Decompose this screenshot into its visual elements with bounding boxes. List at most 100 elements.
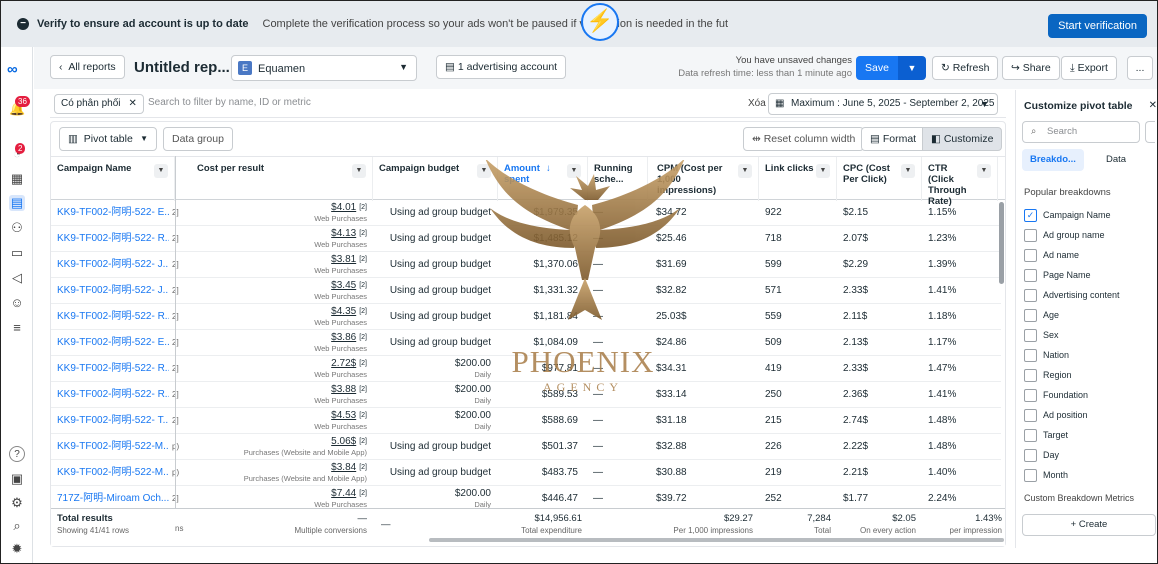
cpr-value[interactable]: $4.35: [331, 306, 356, 317]
cpr-value[interactable]: $7.44: [331, 488, 356, 499]
checkbox[interactable]: [1024, 429, 1037, 443]
breakdown-option[interactable]: Age: [1024, 308, 1059, 324]
start-verification-button[interactable]: Start verification: [1048, 14, 1147, 38]
breakdown-option[interactable]: Page Name: [1024, 268, 1091, 284]
clear-filters-link[interactable]: Xóa: [748, 98, 766, 109]
report-title[interactable]: Untitled rep...: [134, 59, 230, 76]
campaign-name-link[interactable]: 717Z-阿明-Miroam Och...: [57, 486, 169, 510]
table-row[interactable]: KK9-TF002-阿明-522- J...2] $3.45[2] Web Purc…: [51, 278, 1001, 304]
checkmark-icon[interactable]: ✓: [1024, 209, 1037, 223]
vertical-scrollbar[interactable]: [999, 202, 1004, 284]
breakdown-option[interactable]: Foundation: [1024, 388, 1088, 404]
caret-down-icon[interactable]: ▼: [816, 164, 830, 178]
campaign-name-link[interactable]: KK9-TF002-阿明-522- J...: [57, 252, 169, 278]
close-icon[interactable]: ✕: [129, 98, 137, 109]
breakdown-option[interactable]: Month: [1024, 468, 1068, 484]
cpr-value[interactable]: $3.45: [331, 280, 356, 291]
checkbox[interactable]: [1024, 369, 1037, 383]
horizontal-scrollbar[interactable]: [429, 538, 1004, 542]
table-row[interactable]: 717Z-阿明-Miroam Och...2] $7.44[2]Web Purch…: [51, 486, 1001, 510]
format-button[interactable]: ▤ Format: [861, 127, 926, 151]
breakdown-option[interactable]: Ad group name: [1024, 228, 1105, 244]
breakdown-option[interactable]: Day: [1024, 448, 1059, 464]
caret-down-icon[interactable]: ▼: [352, 164, 366, 178]
cpr-value[interactable]: $3.81: [331, 254, 356, 265]
tab-breakdowns[interactable]: Breakdo...: [1022, 149, 1084, 171]
table-row[interactable]: KK9-TF002-阿明-522-M...p) $3.84[2] Purchases…: [51, 460, 1001, 486]
settings-icon[interactable]: ⚙: [9, 495, 25, 511]
table-row[interactable]: KK9-TF002-阿明-522- R...2] $4.35[2] Web Purc…: [51, 304, 1001, 330]
checkbox[interactable]: [1024, 249, 1037, 263]
cpr-value[interactable]: $4.01: [331, 202, 356, 213]
menu-icon[interactable]: ≡: [9, 320, 25, 336]
tab-data[interactable]: Data: [1098, 149, 1134, 171]
table-icon[interactable]: ▦: [9, 171, 25, 187]
create-button[interactable]: + Create: [1022, 514, 1156, 536]
checkbox[interactable]: [1024, 409, 1037, 423]
checkbox[interactable]: [1024, 349, 1037, 363]
refresh-button[interactable]: ↻ Refresh: [932, 56, 999, 80]
campaign-name-link[interactable]: KK9-TF002-阿明-522- E...: [57, 200, 169, 226]
breakdown-option[interactable]: Target: [1024, 428, 1068, 444]
caret-down-icon[interactable]: ▼: [901, 164, 915, 178]
help-icon[interactable]: ?: [9, 446, 25, 462]
campaign-name-link[interactable]: KK9-TF002-阿明-522- J...: [57, 278, 169, 304]
cpr-value[interactable]: 2.72$: [331, 358, 356, 369]
campaign-name-link[interactable]: KK9-TF002-阿明-522- T...: [57, 408, 169, 434]
campaign-name-link[interactable]: KK9-TF002-阿明-522- R...: [57, 382, 169, 408]
cpr-value[interactable]: $3.84: [331, 462, 356, 473]
panel-search-input[interactable]: ⌕ Search: [1022, 121, 1140, 143]
caret-down-icon[interactable]: ▼: [977, 164, 991, 178]
account-selector[interactable]: E Equamen ▼: [231, 55, 417, 81]
breakdown-option[interactable]: Advertising content: [1024, 288, 1120, 304]
filter-chip[interactable]: Có phân phối ✕: [54, 94, 144, 114]
checkbox[interactable]: [1024, 449, 1037, 463]
search-icon[interactable]: ⌕: [9, 518, 25, 534]
pivot-table-dropdown[interactable]: ▥ Pivot table ▼: [59, 127, 157, 151]
data-group-button[interactable]: Data group: [163, 127, 233, 151]
col-cpc[interactable]: CPC (Cost Per Click) ▼: [837, 157, 922, 201]
date-range-picker[interactable]: ▦ Maximum : June 5, 2025 - September 2, …: [768, 93, 998, 115]
more-options-button[interactable]: ...: [1127, 56, 1153, 80]
export-button[interactable]: ⤓ Export: [1061, 56, 1117, 80]
sort-desc-icon[interactable]: ↓: [546, 163, 551, 174]
cpr-value[interactable]: $3.86: [331, 332, 356, 343]
table-row[interactable]: KK9-TF002-阿明-522- E...2] $4.01[2] Web Purc…: [51, 200, 1001, 226]
col-ctr[interactable]: CTR (Click Through Rate) ▼: [922, 157, 998, 207]
breakdown-option[interactable]: Nation: [1024, 348, 1069, 364]
col-amount-spent[interactable]: Amount spent ↓ ▼: [498, 157, 588, 201]
breakdown-option[interactable]: ✓ Campaign Name: [1024, 208, 1111, 224]
col-cpm[interactable]: CPM (Cost per 1,000 impressions) ▼: [651, 157, 759, 201]
save-options-button[interactable]: ▼: [898, 56, 926, 80]
reset-column-width-button[interactable]: ⇹ Reset column width: [743, 127, 865, 151]
col-running-schedule[interactable]: Running sche...: [588, 157, 648, 201]
checkbox[interactable]: [1024, 389, 1037, 403]
megaphone-icon[interactable]: ◁: [9, 270, 25, 286]
cpr-value[interactable]: $3.88: [331, 384, 356, 395]
share-button[interactable]: ↪ Share: [1002, 56, 1060, 80]
breakdown-option[interactable]: Ad name: [1024, 248, 1079, 264]
bug-icon[interactable]: ✹: [9, 541, 25, 557]
caret-down-icon[interactable]: ▼: [477, 164, 491, 178]
all-reports-button[interactable]: ‹ All reports: [50, 55, 125, 79]
col-campaign-name[interactable]: Campaign Name ▼: [51, 157, 175, 201]
reports-icon[interactable]: ▤: [9, 195, 25, 211]
advertising-account-button[interactable]: ▤ 1 advertising account: [436, 55, 567, 79]
billing-icon[interactable]: ▭: [9, 245, 25, 261]
people-icon[interactable]: ☺: [9, 295, 25, 311]
caret-down-icon[interactable]: ▼: [154, 164, 168, 178]
close-icon[interactable]: ✕: [1149, 100, 1157, 111]
campaign-name-link[interactable]: KK9-TF002-阿明-522-M...: [57, 434, 169, 460]
campaign-name-link[interactable]: KK9-TF002-阿明-522-M...: [57, 460, 169, 486]
checkbox[interactable]: [1024, 309, 1037, 323]
breakdown-option[interactable]: Region: [1024, 368, 1072, 384]
campaign-name-link[interactable]: KK9-TF002-阿明-522- R...: [57, 356, 169, 382]
checkbox[interactable]: [1024, 329, 1037, 343]
cpr-value[interactable]: $4.13: [331, 228, 356, 239]
col-cost-per-result[interactable]: Cost per result ▼: [191, 157, 373, 201]
campaign-name-link[interactable]: KK9-TF002-阿明-522- R...: [57, 226, 169, 252]
campaign-name-link[interactable]: KK9-TF002-阿明-522- E...: [57, 330, 169, 356]
cpr-value[interactable]: $4.53: [331, 410, 356, 421]
checkbox[interactable]: [1024, 469, 1037, 483]
table-row[interactable]: KK9-TF002-阿明-522- J...2] $3.81[2] Web Purc…: [51, 252, 1001, 278]
